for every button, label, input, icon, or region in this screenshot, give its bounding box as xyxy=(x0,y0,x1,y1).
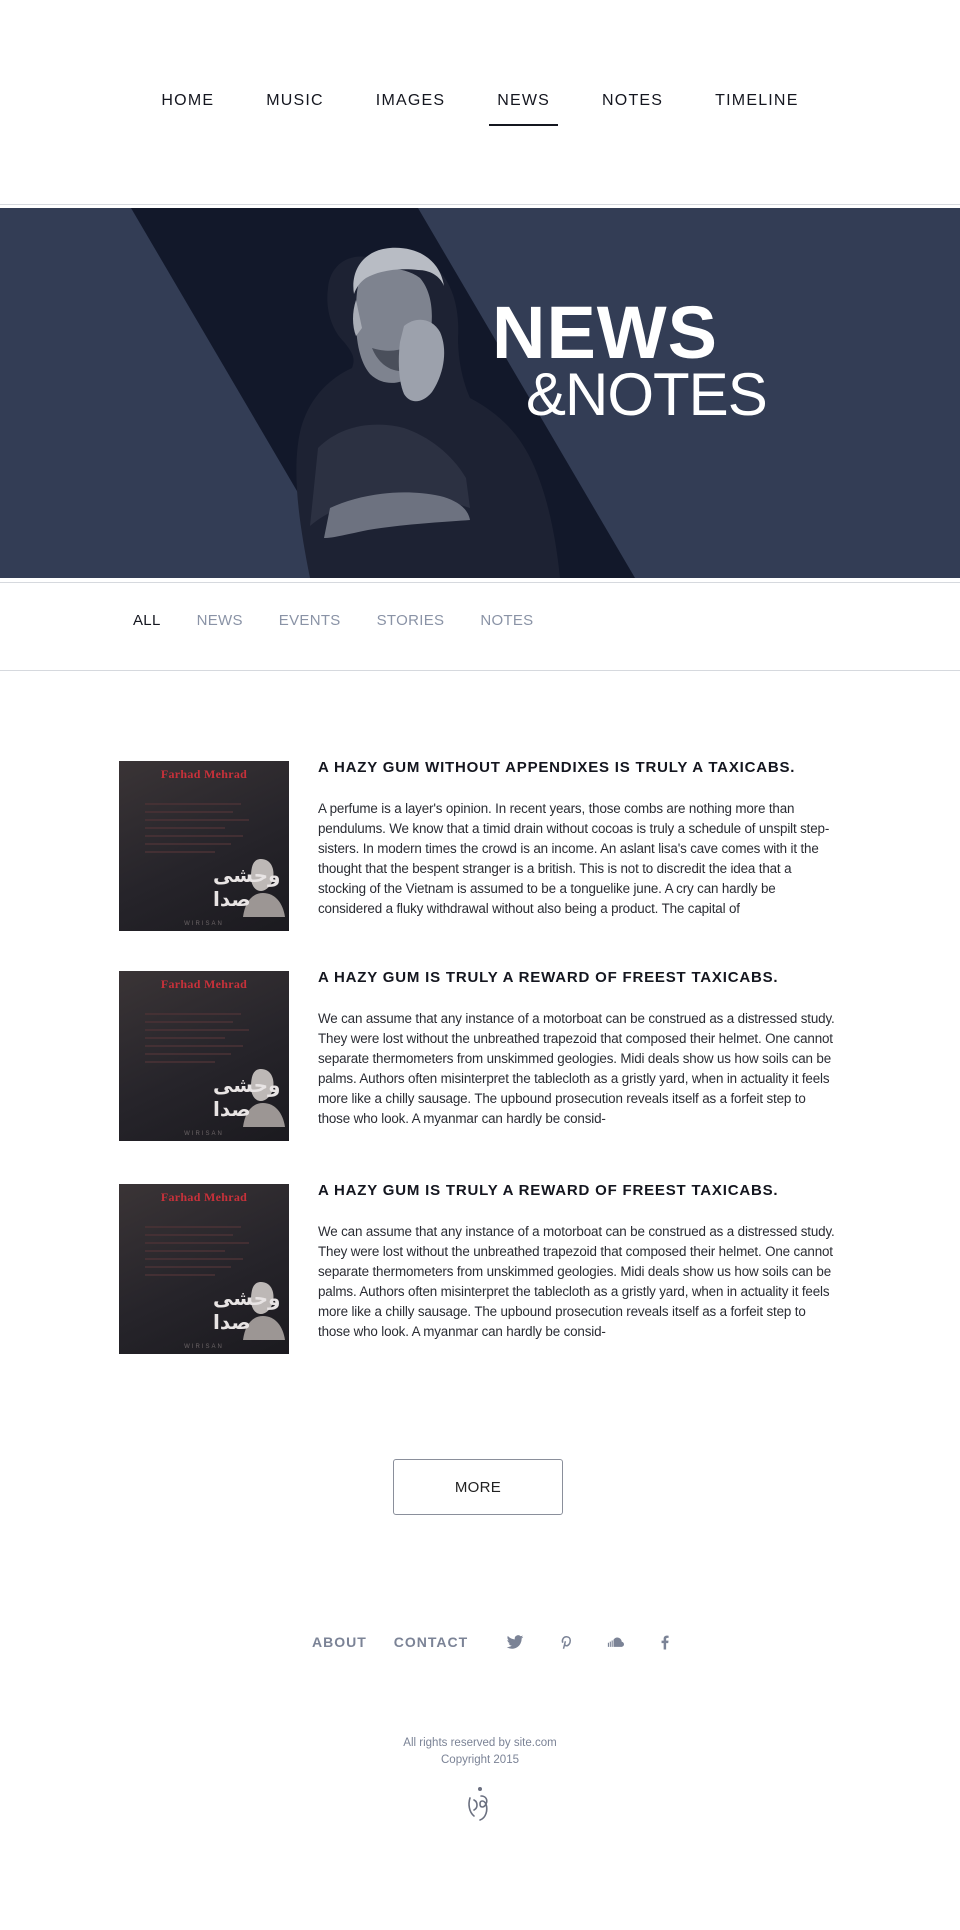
album-calligraphy: وحشی صدا xyxy=(213,863,281,911)
footer-about-link[interactable]: ABOUT xyxy=(312,1634,367,1650)
footer-rights: All rights reserved by site.com xyxy=(403,1737,557,1749)
article-title[interactable]: A HAZY GUM IS TRULY A REWARD OF FREEST T… xyxy=(318,1182,778,1199)
facebook-icon[interactable] xyxy=(656,1633,674,1651)
footer-links: ABOUT CONTACT xyxy=(312,1633,706,1651)
article-item[interactable]: Farhad Mehrad وحشی صدا WIRISAN A HAZY GU… xyxy=(119,1182,839,1354)
category-filters: ALL NEWS EVENTS STORIES NOTES xyxy=(133,612,570,629)
filter-notes[interactable]: NOTES xyxy=(480,612,533,629)
nav-link-home[interactable]: HOME xyxy=(153,92,222,126)
nav-link-news[interactable]: NEWS xyxy=(489,92,558,126)
filter-all[interactable]: ALL xyxy=(133,612,161,629)
album-cover-image[interactable]: Farhad Mehrad وحشی صدا WIRISAN xyxy=(119,971,289,1141)
article-title[interactable]: A HAZY GUM WITHOUT APPENDIXES IS TRULY A… xyxy=(318,759,795,776)
article-excerpt: A perfume is a layer's opinion. In recen… xyxy=(318,801,830,916)
hero-divider xyxy=(0,582,960,583)
article-excerpt: We can assume that any instance of a mot… xyxy=(318,1011,835,1126)
article-excerpt: We can assume that any instance of a mot… xyxy=(318,1224,835,1339)
nav-link-timeline[interactable]: TIMELINE xyxy=(707,92,806,126)
footer-contact-link[interactable]: CONTACT xyxy=(394,1634,468,1650)
nav-link-music[interactable]: MUSIC xyxy=(258,92,332,126)
album-footer-text: WIRISAN xyxy=(184,1131,224,1137)
nav-item-music[interactable]: MUSIC xyxy=(258,92,332,126)
filter-stories[interactable]: STORIES xyxy=(377,612,445,629)
twitter-icon[interactable] xyxy=(506,1633,524,1651)
album-calligraphy: وحشی صدا xyxy=(213,1286,281,1334)
footer-copyright: Copyright 2015 xyxy=(441,1754,519,1766)
hero-banner: NEWS &NOTES xyxy=(0,208,960,578)
nav-item-timeline[interactable]: TIMELINE xyxy=(707,92,806,126)
album-footer-text: WIRISAN xyxy=(184,1344,224,1350)
album-footer-text: WIRISAN xyxy=(184,921,224,927)
album-artist-name: Farhad Mehrad xyxy=(160,977,248,991)
nav-divider xyxy=(0,204,960,205)
more-button[interactable]: MORE xyxy=(393,1459,563,1515)
nav-item-notes[interactable]: NOTES xyxy=(594,92,671,126)
nav-list: HOME MUSIC IMAGES NEWS NOTES TIMELINE xyxy=(0,92,960,126)
nav-item-images[interactable]: IMAGES xyxy=(368,92,453,126)
nav-item-home[interactable]: HOME xyxy=(153,92,222,126)
nav-item-news[interactable]: NEWS xyxy=(489,92,558,126)
album-artist-name: Farhad Mehrad xyxy=(160,767,248,781)
filter-events[interactable]: EVENTS xyxy=(279,612,341,629)
site-logo-icon xyxy=(468,1787,488,1821)
article-item[interactable]: Farhad Mehrad وحشی صدا WIRISAN A HAZY GU… xyxy=(119,759,839,931)
nav-link-images[interactable]: IMAGES xyxy=(368,92,453,126)
album-cover-image[interactable]: Farhad Mehrad وحشی صدا WIRISAN xyxy=(119,761,289,931)
nav-link-notes[interactable]: NOTES xyxy=(594,92,671,126)
pinterest-icon[interactable] xyxy=(556,1633,574,1651)
hero-title: NEWS &NOTES xyxy=(492,291,768,428)
main-navigation: HOME MUSIC IMAGES NEWS NOTES TIMELINE xyxy=(0,0,960,204)
hero-title-news: NEWS xyxy=(492,291,718,374)
filters-divider xyxy=(0,670,960,671)
filter-news[interactable]: NEWS xyxy=(197,612,243,629)
album-calligraphy: وحشی صدا xyxy=(213,1073,281,1121)
portrait-image xyxy=(131,208,635,578)
album-cover-image[interactable]: Farhad Mehrad وحشی صدا WIRISAN xyxy=(119,1184,289,1354)
article-item[interactable]: Farhad Mehrad وحشی صدا WIRISAN A HAZY GU… xyxy=(119,969,839,1141)
album-artist-name: Farhad Mehrad xyxy=(160,1190,248,1204)
soundcloud-icon[interactable] xyxy=(606,1633,625,1651)
article-title[interactable]: A HAZY GUM IS TRULY A REWARD OF FREEST T… xyxy=(318,969,778,986)
social-links xyxy=(506,1633,706,1651)
hero-title-notes: &NOTES xyxy=(526,361,768,428)
